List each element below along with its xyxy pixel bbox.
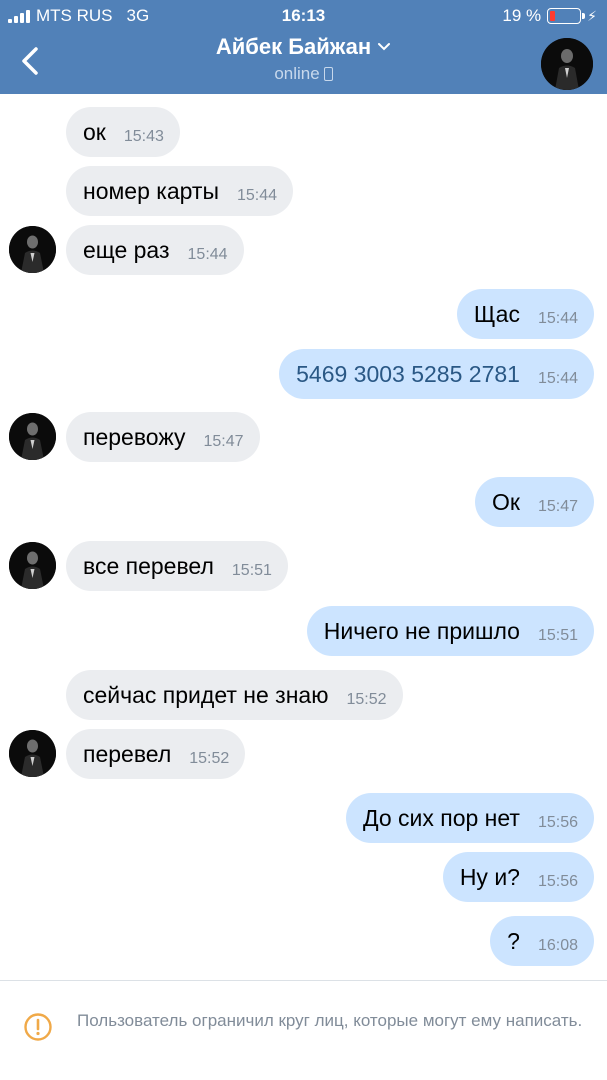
online-status: online [274, 64, 333, 84]
message-text: ок [83, 118, 106, 145]
message-text: перевожу [83, 423, 186, 450]
avatar-person-icon [541, 38, 593, 90]
message-time: 15:52 [346, 691, 387, 708]
contact-name: Айбек Байжан [215, 34, 372, 59]
incoming-message-bubble[interactable]: ок 15:43 [66, 107, 180, 157]
message-text[interactable]: 5469 3003 5285 2781 [296, 361, 520, 388]
notice-text: Пользователь ограничил круг лиц, которые… [77, 1011, 583, 1030]
incoming-message-bubble[interactable]: перевожу 15:47 [66, 412, 260, 462]
chevron-down-icon [378, 43, 391, 51]
message-text: сейчас придет не знаю [83, 681, 329, 708]
conversation-title[interactable]: Айбек Байжан online [100, 34, 507, 84]
chevron-left-icon [22, 47, 38, 75]
sender-avatar[interactable] [9, 542, 56, 589]
outgoing-message-bubble[interactable]: Ну и? 15:56 [442, 852, 594, 902]
status-right: 19 % ⚡ [502, 6, 597, 26]
outgoing-message-bubble[interactable]: До сих пор нет 15:56 [346, 793, 594, 843]
message-text: До сих пор нет [363, 804, 520, 831]
sender-avatar[interactable] [9, 413, 56, 460]
online-status-label: online [274, 64, 320, 83]
message-time: 16:08 [537, 937, 578, 954]
outgoing-message-bubble[interactable]: ? 16:08 [490, 916, 594, 966]
charging-bolt-icon: ⚡ [587, 7, 597, 24]
message-time: 15:44 [537, 370, 578, 387]
write-restriction-notice: Пользователь ограничил круг лиц, которые… [0, 980, 607, 1080]
message-text: ? [507, 927, 520, 954]
message-time: 15:44 [187, 246, 228, 263]
message-time: 15:44 [537, 310, 578, 327]
incoming-message-bubble[interactable]: перевел 15:52 [66, 729, 246, 779]
message-text: перевел [83, 740, 172, 767]
message-text: Щас [473, 300, 520, 327]
message-text: все перевел [83, 552, 214, 579]
incoming-message-bubble[interactable]: все перевел 15:51 [66, 541, 288, 591]
message-text: Ну и? [459, 863, 520, 890]
message-text: Ок [492, 488, 520, 515]
battery-icon [547, 8, 586, 24]
back-button[interactable] [10, 38, 50, 84]
message-time: 15:51 [537, 627, 578, 644]
battery-percent: 19 % [502, 6, 542, 25]
message-time: 15:44 [237, 187, 278, 204]
contact-name-row[interactable]: Айбек Байжан [216, 34, 391, 60]
message-time: 15:56 [537, 873, 578, 890]
outgoing-message-bubble[interactable]: 5469 3003 5285 2781 15:44 [279, 349, 594, 399]
outgoing-message-bubble[interactable]: Ок 15:47 [475, 477, 594, 527]
status-bar: MTS RUS 3G 16:13 19 % ⚡ [0, 0, 607, 32]
warning-circle-icon [24, 1013, 52, 1041]
message-text: Ничего не пришло [323, 617, 520, 644]
message-list[interactable]: ок 15:43 номер карты 15:44 еще раз 15:44 Щас 15… [0, 94, 607, 980]
sender-avatar[interactable] [9, 730, 56, 777]
message-time: 15:43 [123, 128, 164, 145]
message-text: еще раз [83, 236, 170, 263]
incoming-message-bubble[interactable]: еще раз 15:44 [66, 225, 244, 275]
outgoing-message-bubble[interactable]: Щас 15:44 [456, 289, 594, 339]
message-time: 15:47 [203, 433, 244, 450]
message-text: номер карты [83, 177, 219, 204]
mobile-phone-icon [323, 67, 333, 81]
contact-avatar[interactable] [541, 38, 593, 90]
incoming-message-bubble[interactable]: номер карты 15:44 [66, 166, 294, 216]
message-time: 15:47 [537, 498, 578, 515]
message-time: 15:56 [537, 814, 578, 831]
chat-header: MTS RUS 3G 16:13 19 % ⚡ Айбек Байжан onl… [0, 0, 607, 94]
incoming-message-bubble[interactable]: сейчас придет не знаю 15:52 [66, 670, 403, 720]
sender-avatar[interactable] [9, 226, 56, 273]
outgoing-message-bubble[interactable]: Ничего не пришло 15:51 [306, 606, 594, 656]
message-time: 15:51 [231, 562, 272, 579]
message-time: 15:52 [189, 750, 230, 767]
